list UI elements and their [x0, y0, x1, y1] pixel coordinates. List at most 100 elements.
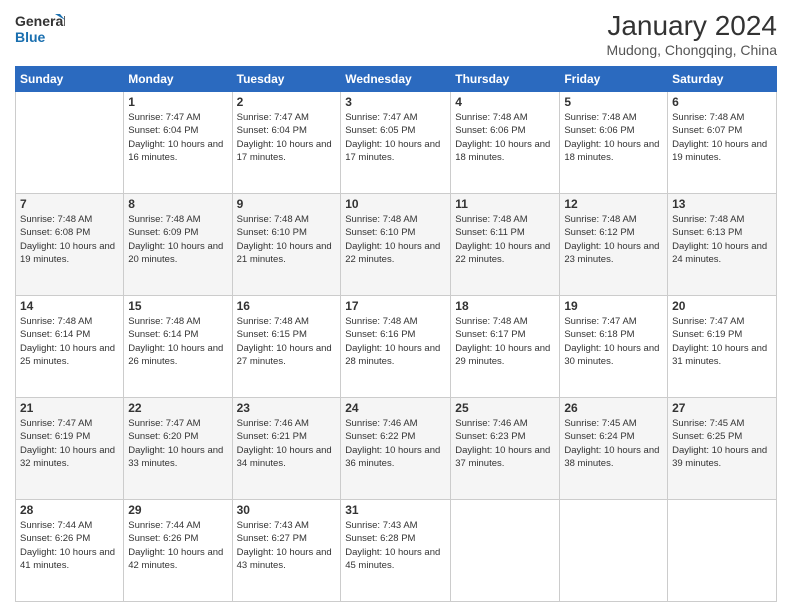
day-detail: Sunrise: 7:47 AMSunset: 6:18 PMDaylight:… [564, 315, 663, 368]
day-number: 16 [237, 299, 337, 313]
day-detail: Sunrise: 7:47 AMSunset: 6:19 PMDaylight:… [672, 315, 772, 368]
day-detail: Sunrise: 7:43 AMSunset: 6:27 PMDaylight:… [237, 519, 337, 572]
day-detail: Sunrise: 7:48 AMSunset: 6:15 PMDaylight:… [237, 315, 337, 368]
table-cell: 10 Sunrise: 7:48 AMSunset: 6:10 PMDaylig… [341, 194, 451, 296]
day-number: 27 [672, 401, 772, 415]
table-cell: 17 Sunrise: 7:48 AMSunset: 6:16 PMDaylig… [341, 296, 451, 398]
day-detail: Sunrise: 7:48 AMSunset: 6:08 PMDaylight:… [20, 213, 119, 266]
day-detail: Sunrise: 7:44 AMSunset: 6:26 PMDaylight:… [128, 519, 227, 572]
col-tuesday: Tuesday [232, 67, 341, 92]
day-number: 10 [345, 197, 446, 211]
day-detail: Sunrise: 7:48 AMSunset: 6:14 PMDaylight:… [128, 315, 227, 368]
day-detail: Sunrise: 7:46 AMSunset: 6:22 PMDaylight:… [345, 417, 446, 470]
table-cell: 19 Sunrise: 7:47 AMSunset: 6:18 PMDaylig… [560, 296, 668, 398]
header-row: Sunday Monday Tuesday Wednesday Thursday… [16, 67, 777, 92]
table-cell: 8 Sunrise: 7:48 AMSunset: 6:09 PMDayligh… [124, 194, 232, 296]
day-number: 12 [564, 197, 663, 211]
day-detail: Sunrise: 7:48 AMSunset: 6:11 PMDaylight:… [455, 213, 555, 266]
table-cell: 20 Sunrise: 7:47 AMSunset: 6:19 PMDaylig… [668, 296, 777, 398]
table-cell: 3 Sunrise: 7:47 AMSunset: 6:05 PMDayligh… [341, 92, 451, 194]
week-row-5: 28 Sunrise: 7:44 AMSunset: 6:26 PMDaylig… [16, 500, 777, 602]
day-number: 29 [128, 503, 227, 517]
day-number: 15 [128, 299, 227, 313]
table-cell: 6 Sunrise: 7:48 AMSunset: 6:07 PMDayligh… [668, 92, 777, 194]
day-number: 9 [237, 197, 337, 211]
day-number: 23 [237, 401, 337, 415]
day-detail: Sunrise: 7:47 AMSunset: 6:04 PMDaylight:… [128, 111, 227, 164]
day-number: 26 [564, 401, 663, 415]
col-monday: Monday [124, 67, 232, 92]
day-detail: Sunrise: 7:48 AMSunset: 6:06 PMDaylight:… [564, 111, 663, 164]
table-cell: 1 Sunrise: 7:47 AMSunset: 6:04 PMDayligh… [124, 92, 232, 194]
calendar-table: Sunday Monday Tuesday Wednesday Thursday… [15, 66, 777, 602]
day-number: 3 [345, 95, 446, 109]
day-detail: Sunrise: 7:45 AMSunset: 6:25 PMDaylight:… [672, 417, 772, 470]
day-detail: Sunrise: 7:48 AMSunset: 6:10 PMDaylight:… [345, 213, 446, 266]
table-cell: 12 Sunrise: 7:48 AMSunset: 6:12 PMDaylig… [560, 194, 668, 296]
table-cell: 13 Sunrise: 7:48 AMSunset: 6:13 PMDaylig… [668, 194, 777, 296]
day-detail: Sunrise: 7:47 AMSunset: 6:04 PMDaylight:… [237, 111, 337, 164]
title-section: January 2024 Mudong, Chongqing, China [607, 10, 777, 58]
svg-text:Blue: Blue [15, 29, 46, 45]
table-cell: 9 Sunrise: 7:48 AMSunset: 6:10 PMDayligh… [232, 194, 341, 296]
day-detail: Sunrise: 7:48 AMSunset: 6:13 PMDaylight:… [672, 213, 772, 266]
col-thursday: Thursday [451, 67, 560, 92]
day-detail: Sunrise: 7:47 AMSunset: 6:05 PMDaylight:… [345, 111, 446, 164]
day-detail: Sunrise: 7:48 AMSunset: 6:10 PMDaylight:… [237, 213, 337, 266]
day-detail: Sunrise: 7:47 AMSunset: 6:20 PMDaylight:… [128, 417, 227, 470]
day-detail: Sunrise: 7:46 AMSunset: 6:21 PMDaylight:… [237, 417, 337, 470]
day-number: 17 [345, 299, 446, 313]
day-number: 6 [672, 95, 772, 109]
day-number: 5 [564, 95, 663, 109]
table-cell [16, 92, 124, 194]
location: Mudong, Chongqing, China [607, 42, 777, 58]
day-number: 4 [455, 95, 555, 109]
day-detail: Sunrise: 7:48 AMSunset: 6:14 PMDaylight:… [20, 315, 119, 368]
day-detail: Sunrise: 7:48 AMSunset: 6:17 PMDaylight:… [455, 315, 555, 368]
day-detail: Sunrise: 7:48 AMSunset: 6:12 PMDaylight:… [564, 213, 663, 266]
logo-svg: General Blue [15, 10, 65, 50]
header: General Blue January 2024 Mudong, Chongq… [15, 10, 777, 58]
table-cell: 25 Sunrise: 7:46 AMSunset: 6:23 PMDaylig… [451, 398, 560, 500]
table-cell: 30 Sunrise: 7:43 AMSunset: 6:27 PMDaylig… [232, 500, 341, 602]
day-detail: Sunrise: 7:48 AMSunset: 6:06 PMDaylight:… [455, 111, 555, 164]
table-cell: 24 Sunrise: 7:46 AMSunset: 6:22 PMDaylig… [341, 398, 451, 500]
table-cell: 15 Sunrise: 7:48 AMSunset: 6:14 PMDaylig… [124, 296, 232, 398]
day-number: 14 [20, 299, 119, 313]
day-number: 1 [128, 95, 227, 109]
day-number: 31 [345, 503, 446, 517]
table-cell: 7 Sunrise: 7:48 AMSunset: 6:08 PMDayligh… [16, 194, 124, 296]
table-cell: 5 Sunrise: 7:48 AMSunset: 6:06 PMDayligh… [560, 92, 668, 194]
table-cell: 21 Sunrise: 7:47 AMSunset: 6:19 PMDaylig… [16, 398, 124, 500]
week-row-1: 1 Sunrise: 7:47 AMSunset: 6:04 PMDayligh… [16, 92, 777, 194]
day-number: 8 [128, 197, 227, 211]
col-wednesday: Wednesday [341, 67, 451, 92]
table-cell: 16 Sunrise: 7:48 AMSunset: 6:15 PMDaylig… [232, 296, 341, 398]
day-number: 7 [20, 197, 119, 211]
table-cell: 2 Sunrise: 7:47 AMSunset: 6:04 PMDayligh… [232, 92, 341, 194]
day-number: 20 [672, 299, 772, 313]
table-cell [560, 500, 668, 602]
day-number: 2 [237, 95, 337, 109]
day-number: 13 [672, 197, 772, 211]
page: General Blue January 2024 Mudong, Chongq… [0, 0, 792, 612]
day-detail: Sunrise: 7:44 AMSunset: 6:26 PMDaylight:… [20, 519, 119, 572]
table-cell: 18 Sunrise: 7:48 AMSunset: 6:17 PMDaylig… [451, 296, 560, 398]
table-cell: 28 Sunrise: 7:44 AMSunset: 6:26 PMDaylig… [16, 500, 124, 602]
day-number: 18 [455, 299, 555, 313]
day-number: 11 [455, 197, 555, 211]
day-detail: Sunrise: 7:48 AMSunset: 6:09 PMDaylight:… [128, 213, 227, 266]
logo: General Blue [15, 10, 65, 50]
table-cell: 26 Sunrise: 7:45 AMSunset: 6:24 PMDaylig… [560, 398, 668, 500]
table-cell: 23 Sunrise: 7:46 AMSunset: 6:21 PMDaylig… [232, 398, 341, 500]
day-number: 22 [128, 401, 227, 415]
col-saturday: Saturday [668, 67, 777, 92]
week-row-3: 14 Sunrise: 7:48 AMSunset: 6:14 PMDaylig… [16, 296, 777, 398]
table-cell: 11 Sunrise: 7:48 AMSunset: 6:11 PMDaylig… [451, 194, 560, 296]
day-detail: Sunrise: 7:47 AMSunset: 6:19 PMDaylight:… [20, 417, 119, 470]
day-detail: Sunrise: 7:46 AMSunset: 6:23 PMDaylight:… [455, 417, 555, 470]
col-friday: Friday [560, 67, 668, 92]
month-title: January 2024 [607, 10, 777, 42]
day-detail: Sunrise: 7:48 AMSunset: 6:07 PMDaylight:… [672, 111, 772, 164]
day-number: 19 [564, 299, 663, 313]
